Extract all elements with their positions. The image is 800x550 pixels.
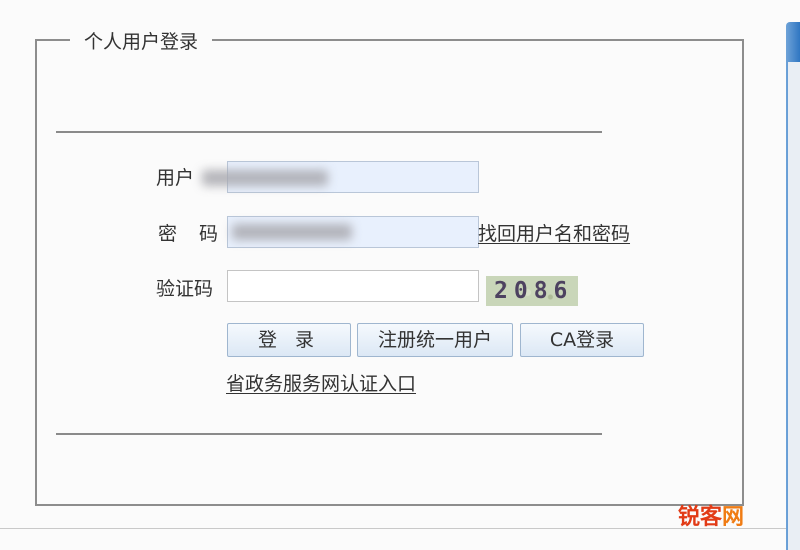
redacted-username-blur — [202, 170, 328, 186]
register-button[interactable]: 注册统一用户 — [357, 323, 513, 357]
captcha-input[interactable] — [227, 270, 479, 302]
page-bottom-border — [0, 528, 786, 529]
login-page: 个人用户登录 用户 密码 找回用户名和密码 验证码 2086 登 录 注册统一用… — [0, 0, 800, 550]
find-username-password-link[interactable]: 找回用户名和密码 — [478, 222, 630, 246]
redacted-password-blur — [232, 224, 352, 240]
top-divider — [56, 131, 602, 133]
username-label: 用户 — [156, 167, 195, 189]
ca-login-button[interactable]: CA登录 — [520, 323, 644, 357]
panel-title: 个人用户登录 — [70, 30, 213, 54]
side-window-body — [788, 62, 800, 550]
captcha-image[interactable]: 2086 — [486, 276, 578, 306]
captcha-label: 验证码 — [156, 278, 214, 300]
bottom-divider — [56, 433, 602, 435]
gov-portal-link[interactable]: 省政务服务网认证入口 — [226, 372, 416, 396]
login-button[interactable]: 登 录 — [227, 323, 351, 357]
watermark-text-part1: 锐客 — [678, 505, 723, 530]
watermark-text-part2: 网 — [722, 505, 745, 530]
site-watermark: 锐客网 — [678, 504, 744, 532]
